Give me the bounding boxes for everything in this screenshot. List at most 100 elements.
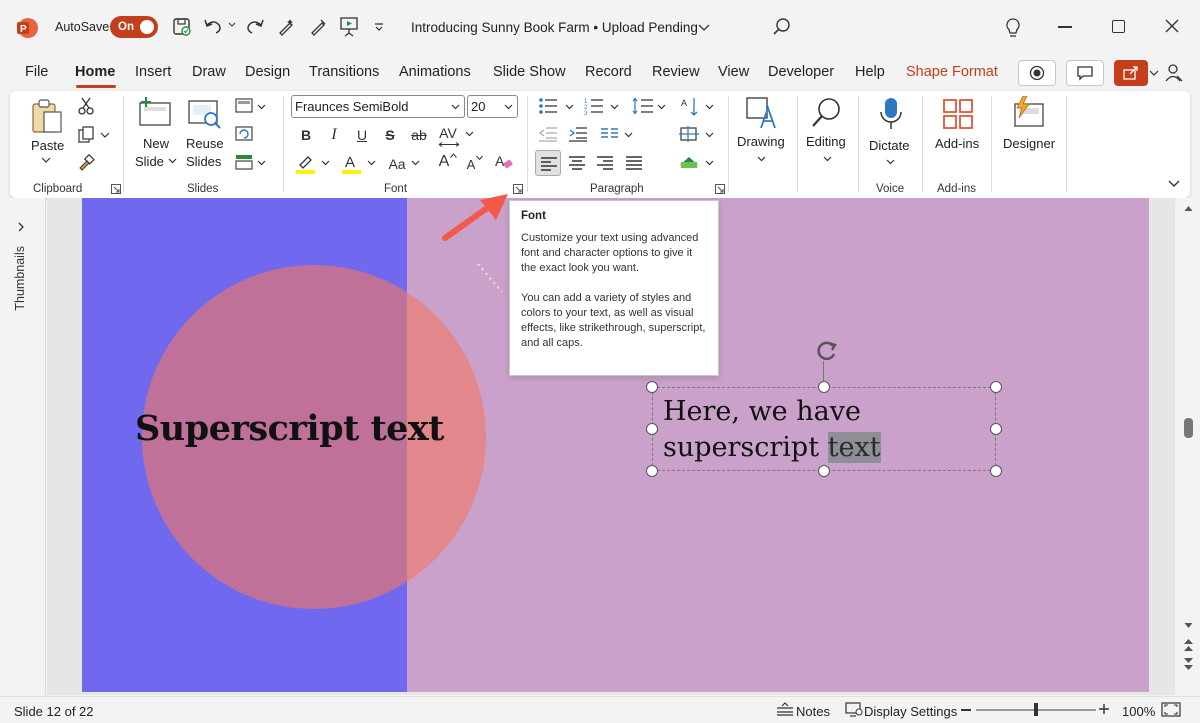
editing-search-icon[interactable] — [810, 96, 844, 130]
underline-button[interactable]: U — [352, 125, 372, 145]
undo-dropdown-icon[interactable] — [228, 22, 236, 28]
editing-dropdown-icon[interactable] — [823, 156, 832, 162]
tab-home[interactable]: Home — [75, 64, 115, 80]
drawing-shapes-icon[interactable] — [745, 96, 779, 130]
tab-draw[interactable]: Draw — [192, 64, 226, 80]
tab-transitions[interactable]: Transitions — [309, 64, 379, 80]
share-dropdown-icon[interactable] — [1149, 70, 1159, 77]
drawing-dropdown-icon[interactable] — [757, 156, 766, 162]
designer-icon[interactable] — [1011, 96, 1047, 130]
layout-icon[interactable] — [235, 98, 253, 114]
coauthor-icon[interactable] — [1163, 62, 1185, 84]
share-button[interactable] — [1114, 60, 1148, 86]
copy-icon[interactable] — [77, 126, 95, 144]
dictate-dropdown-icon[interactable] — [886, 159, 895, 165]
change-case-button[interactable]: Aa — [385, 154, 409, 174]
align-left-button[interactable] — [535, 150, 561, 176]
clear-formatting-icon[interactable]: A — [493, 152, 515, 172]
resize-handle-top-right[interactable] — [990, 381, 1002, 393]
tab-slide-show[interactable]: Slide Show — [493, 64, 566, 80]
change-case-dropdown-icon[interactable] — [411, 160, 420, 166]
autosave-toggle[interactable]: On — [110, 16, 158, 38]
add-ins-icon[interactable] — [942, 98, 974, 130]
fit-to-window-icon[interactable] — [1161, 702, 1181, 717]
notes-icon[interactable] — [776, 702, 794, 716]
reset-slide-icon[interactable] — [235, 126, 253, 142]
justify-icon[interactable] — [625, 155, 643, 170]
new-slide-label-1[interactable]: New — [143, 136, 169, 151]
title-dropdown-icon[interactable] — [698, 24, 710, 32]
numbering-dropdown-icon[interactable] — [610, 104, 619, 110]
add-ins-label[interactable]: Add-ins — [935, 136, 979, 151]
save-icon[interactable] — [172, 17, 192, 37]
zoom-out-icon[interactable] — [961, 709, 971, 711]
customize-toolbar-icon[interactable] — [374, 23, 384, 31]
microphone-icon[interactable] — [878, 96, 904, 132]
format-painter-icon[interactable] — [77, 154, 95, 172]
tab-shape-format[interactable]: Shape Format — [906, 64, 998, 80]
scroll-up-icon[interactable] — [1184, 205, 1193, 212]
resize-handle-top-left[interactable] — [646, 381, 658, 393]
bullets-dropdown-icon[interactable] — [565, 104, 574, 110]
rotate-handle-icon[interactable] — [813, 337, 841, 365]
zoom-in-icon[interactable] — [1099, 704, 1109, 714]
new-slide-dropdown-icon[interactable] — [168, 158, 177, 164]
maximize-icon[interactable] — [1112, 20, 1125, 33]
font-dialog-launcher-icon[interactable] — [513, 184, 523, 194]
text-shadow-button[interactable]: S — [380, 125, 400, 145]
highlight-dropdown-icon[interactable] — [321, 160, 330, 166]
slide-heading[interactable]: Superscript text — [135, 408, 444, 449]
bullets-icon[interactable] — [538, 97, 558, 115]
text-direction-dropdown-icon[interactable] — [705, 104, 714, 110]
search-icon[interactable] — [772, 17, 792, 37]
reuse-slides-label-1[interactable]: Reuse — [186, 136, 224, 151]
layout-dropdown-icon[interactable] — [257, 104, 266, 110]
close-icon[interactable] — [1165, 19, 1179, 33]
decrease-indent-icon[interactable] — [538, 126, 558, 142]
resize-handle-bottom-left[interactable] — [646, 465, 658, 477]
dictate-label[interactable]: Dictate — [869, 138, 909, 153]
pen-icon[interactable] — [308, 17, 328, 37]
undo-icon[interactable] — [202, 17, 224, 37]
section-dropdown-icon[interactable] — [257, 160, 266, 166]
align-center-icon[interactable] — [568, 155, 586, 170]
scroll-down-icon[interactable] — [1184, 622, 1193, 629]
new-slide-icon[interactable] — [138, 97, 174, 129]
tab-insert[interactable]: Insert — [135, 64, 171, 80]
line-spacing-dropdown-icon[interactable] — [657, 104, 666, 110]
paste-label[interactable]: Paste — [31, 138, 64, 153]
record-button[interactable] — [1018, 60, 1056, 86]
tab-design[interactable]: Design — [245, 64, 290, 80]
display-settings-icon[interactable] — [845, 702, 863, 717]
tab-record[interactable]: Record — [585, 64, 632, 80]
lightbulb-icon[interactable] — [1004, 17, 1022, 39]
bold-button[interactable]: B — [296, 125, 316, 145]
designer-label[interactable]: Designer — [1003, 136, 1055, 151]
display-settings-button[interactable]: Display Settings — [864, 704, 957, 719]
minimize-icon[interactable] — [1058, 26, 1072, 28]
document-title[interactable]: Introducing Sunny Book Farm • Upload Pen… — [411, 20, 698, 35]
vertical-scrollbar[interactable] — [1176, 198, 1200, 695]
strikethrough-button[interactable]: ab — [408, 125, 430, 145]
tab-animations[interactable]: Animations — [399, 64, 471, 80]
paste-dropdown-icon[interactable] — [41, 157, 51, 164]
align-right-icon[interactable] — [596, 155, 614, 170]
notes-button[interactable]: Notes — [796, 704, 830, 719]
comments-button[interactable] — [1066, 60, 1104, 86]
tab-review[interactable]: Review — [652, 64, 700, 80]
tab-view[interactable]: View — [718, 64, 749, 80]
cut-icon[interactable] — [77, 97, 95, 115]
zoom-slider-thumb[interactable] — [1034, 703, 1038, 716]
align-text-dropdown-icon[interactable] — [705, 132, 714, 138]
resize-handle-top[interactable] — [818, 381, 830, 393]
align-text-icon[interactable] — [678, 125, 700, 143]
resize-handle-bottom-right[interactable] — [990, 465, 1002, 477]
expand-thumbnails-icon[interactable] — [18, 222, 25, 232]
font-size-select[interactable]: 20 — [467, 95, 518, 118]
character-spacing-button[interactable]: AV — [436, 123, 460, 143]
reuse-slides-icon[interactable] — [187, 97, 223, 131]
previous-slide-icon[interactable] — [1183, 638, 1194, 652]
tab-help[interactable]: Help — [855, 64, 885, 80]
columns-dropdown-icon[interactable] — [624, 132, 633, 138]
numbering-icon[interactable]: 123 — [584, 97, 604, 115]
